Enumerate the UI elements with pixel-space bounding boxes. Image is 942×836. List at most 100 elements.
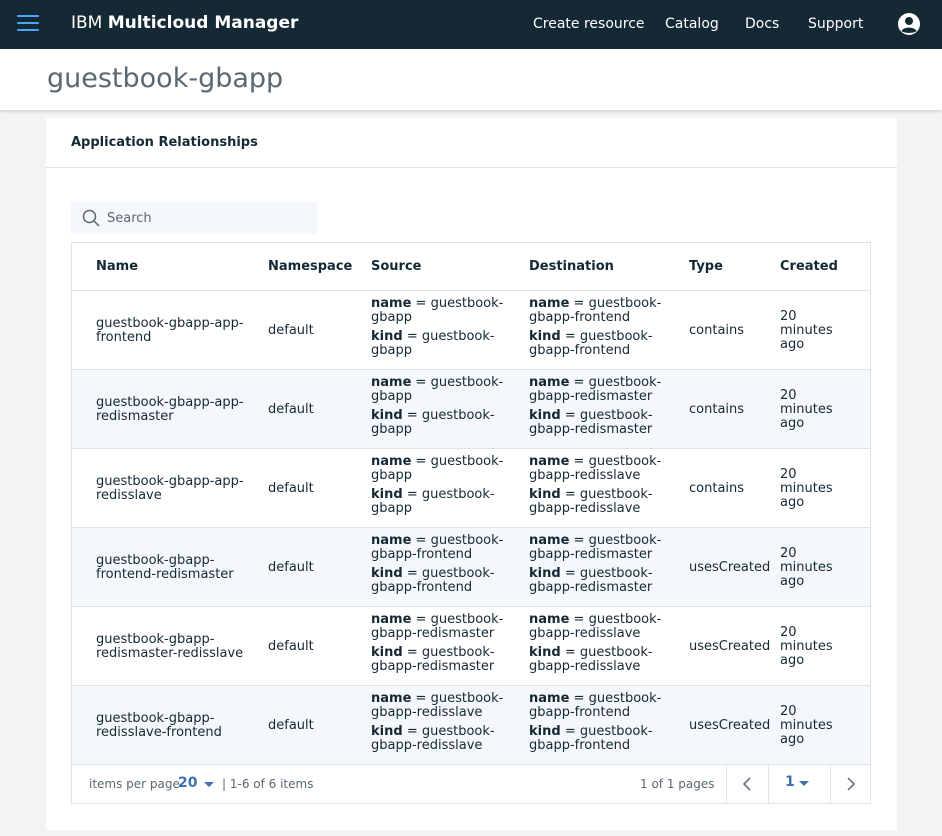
- page-header: guestbook-gbapp: [0, 49, 942, 110]
- nav-catalog[interactable]: Catalog: [665, 16, 719, 33]
- source-kind: kind = guestbook-gbapp: [371, 330, 521, 358]
- nav-docs[interactable]: Docs: [745, 16, 779, 33]
- kind-key-label: kind: [529, 566, 561, 581]
- table-row[interactable]: guestbook-gbapp-app-redismaster default na…: [71, 370, 871, 449]
- search-box[interactable]: [71, 202, 317, 234]
- row-source: name = guestbook-gbapp-redismaster kind =…: [371, 613, 521, 679]
- row-type: contains: [689, 481, 745, 496]
- column-header-namespace[interactable]: Namespace: [268, 259, 352, 274]
- kind-key-label: kind: [371, 566, 403, 581]
- search-input[interactable]: [107, 202, 312, 234]
- application-relationships-card: Application Relationships Name Namespace…: [46, 118, 897, 830]
- chevron-left-icon: [742, 777, 751, 791]
- row-type: usesCreated: [689, 639, 771, 654]
- column-header-type[interactable]: Type: [689, 259, 723, 274]
- row-namespace: default: [268, 323, 314, 338]
- row-name: guestbook-gbapp-redismaster-redisslave: [96, 632, 244, 661]
- destination-name: name = guestbook-gbapp-redisslave: [529, 455, 679, 483]
- nav-create-resource[interactable]: Create resource: [533, 16, 645, 33]
- separator: =: [564, 645, 576, 660]
- destination-name: name = guestbook-gbapp-frontend: [529, 692, 679, 720]
- relationships-table: Name Namespace Source Destination Type C…: [71, 242, 871, 765]
- separator: =: [406, 724, 418, 739]
- previous-page-button[interactable]: [726, 764, 768, 804]
- source-kind: kind = guestbook-gbapp: [371, 409, 521, 437]
- separator: =: [573, 454, 585, 469]
- name-key-label: name: [371, 612, 412, 627]
- source-kind: kind = guestbook-gbapp-frontend: [371, 567, 521, 595]
- separator: =: [406, 329, 418, 344]
- column-header-destination[interactable]: Destination: [529, 259, 614, 274]
- destination-kind: kind = guestbook-gbapp-redismaster: [529, 409, 679, 437]
- items-per-page-select[interactable]: 20: [176, 773, 218, 795]
- separator: =: [564, 487, 576, 502]
- row-namespace: default: [268, 718, 314, 733]
- column-header-name[interactable]: Name: [96, 259, 138, 274]
- separator: =: [573, 533, 585, 548]
- separator: =: [573, 296, 585, 311]
- separator: =: [564, 329, 576, 344]
- table-row[interactable]: guestbook-gbapp-frontend-redismaster defa…: [71, 528, 871, 607]
- separator: =: [406, 566, 418, 581]
- row-source: name = guestbook-gbapp-frontend kind = gu…: [371, 534, 521, 600]
- separator: =: [415, 691, 427, 706]
- source-name: name = guestbook-gbapp-redisslave: [371, 692, 521, 720]
- separator: =: [573, 691, 585, 706]
- separator: =: [415, 454, 427, 469]
- user-avatar-icon[interactable]: [897, 12, 921, 36]
- page-number-select[interactable]: 1: [768, 764, 830, 804]
- separator: =: [415, 375, 427, 390]
- destination-kind: kind = guestbook-gbapp-frontend: [529, 330, 679, 358]
- table-row[interactable]: guestbook-gbapp-app-redisslave default nam…: [71, 449, 871, 528]
- destination-kind: kind = guestbook-gbapp-frontend: [529, 725, 679, 753]
- table-row[interactable]: guestbook-gbapp-redismaster-redisslave de…: [71, 607, 871, 686]
- row-created: 20 minutes ago: [780, 546, 833, 589]
- name-key-label: name: [529, 691, 570, 706]
- separator: =: [564, 566, 576, 581]
- card-header: Application Relationships: [46, 118, 897, 168]
- row-source: name = guestbook-gbapp-redisslave kind = …: [371, 692, 521, 758]
- separator: =: [564, 724, 576, 739]
- next-page-button[interactable]: [830, 764, 872, 804]
- app-brand[interactable]: IBM Multicloud Manager: [71, 12, 298, 34]
- row-destination: name = guestbook-gbapp-redisslave kind = …: [529, 455, 679, 521]
- items-per-page-label: items per page: [89, 777, 180, 791]
- kind-key-label: kind: [371, 408, 403, 423]
- row-namespace: default: [268, 639, 314, 654]
- row-type: usesCreated: [689, 560, 771, 575]
- row-source: name = guestbook-gbapp kind = guestbook-g…: [371, 455, 521, 521]
- row-created: 20 minutes ago: [780, 625, 833, 668]
- source-name: name = guestbook-gbapp: [371, 455, 521, 483]
- nav-support[interactable]: Support: [808, 16, 863, 33]
- separator: =: [415, 533, 427, 548]
- current-page-value: 1: [785, 774, 795, 790]
- column-header-source[interactable]: Source: [371, 259, 421, 274]
- separator: =: [415, 612, 427, 627]
- table-row[interactable]: guestbook-gbapp-app-frontend default name …: [71, 291, 871, 370]
- column-header-created[interactable]: Created: [780, 259, 838, 274]
- name-key-label: name: [371, 375, 412, 390]
- page-count-text: 1 of 1 pages: [640, 777, 715, 791]
- name-key-label: name: [529, 375, 570, 390]
- kind-key-label: kind: [529, 645, 561, 660]
- kind-key-label: kind: [529, 724, 561, 739]
- table-row[interactable]: guestbook-gbapp-redisslave-frontend defau…: [71, 686, 871, 765]
- row-name: guestbook-gbapp-app-frontend: [96, 316, 244, 345]
- row-name: guestbook-gbapp-app-redismaster: [96, 395, 244, 424]
- pagination-bar: items per page 20 | 1-6 of 6 items 1 of …: [71, 764, 871, 804]
- row-namespace: default: [268, 481, 314, 496]
- kind-key-label: kind: [371, 645, 403, 660]
- row-type: contains: [689, 323, 745, 338]
- row-source: name = guestbook-gbapp kind = guestbook-g…: [371, 376, 521, 442]
- hamburger-menu-icon[interactable]: [17, 15, 39, 33]
- name-key-label: name: [371, 533, 412, 548]
- separator: =: [406, 487, 418, 502]
- source-kind: kind = guestbook-gbapp-redisslave: [371, 725, 521, 753]
- top-nav-bar: IBM Multicloud Manager Create resource C…: [0, 0, 942, 49]
- kind-key-label: kind: [371, 329, 403, 344]
- row-created: 20 minutes ago: [780, 388, 833, 431]
- row-created: 20 minutes ago: [780, 704, 833, 747]
- table-header: Name Namespace Source Destination Type C…: [71, 242, 871, 291]
- name-key-label: name: [529, 454, 570, 469]
- destination-kind: kind = guestbook-gbapp-redisslave: [529, 488, 679, 516]
